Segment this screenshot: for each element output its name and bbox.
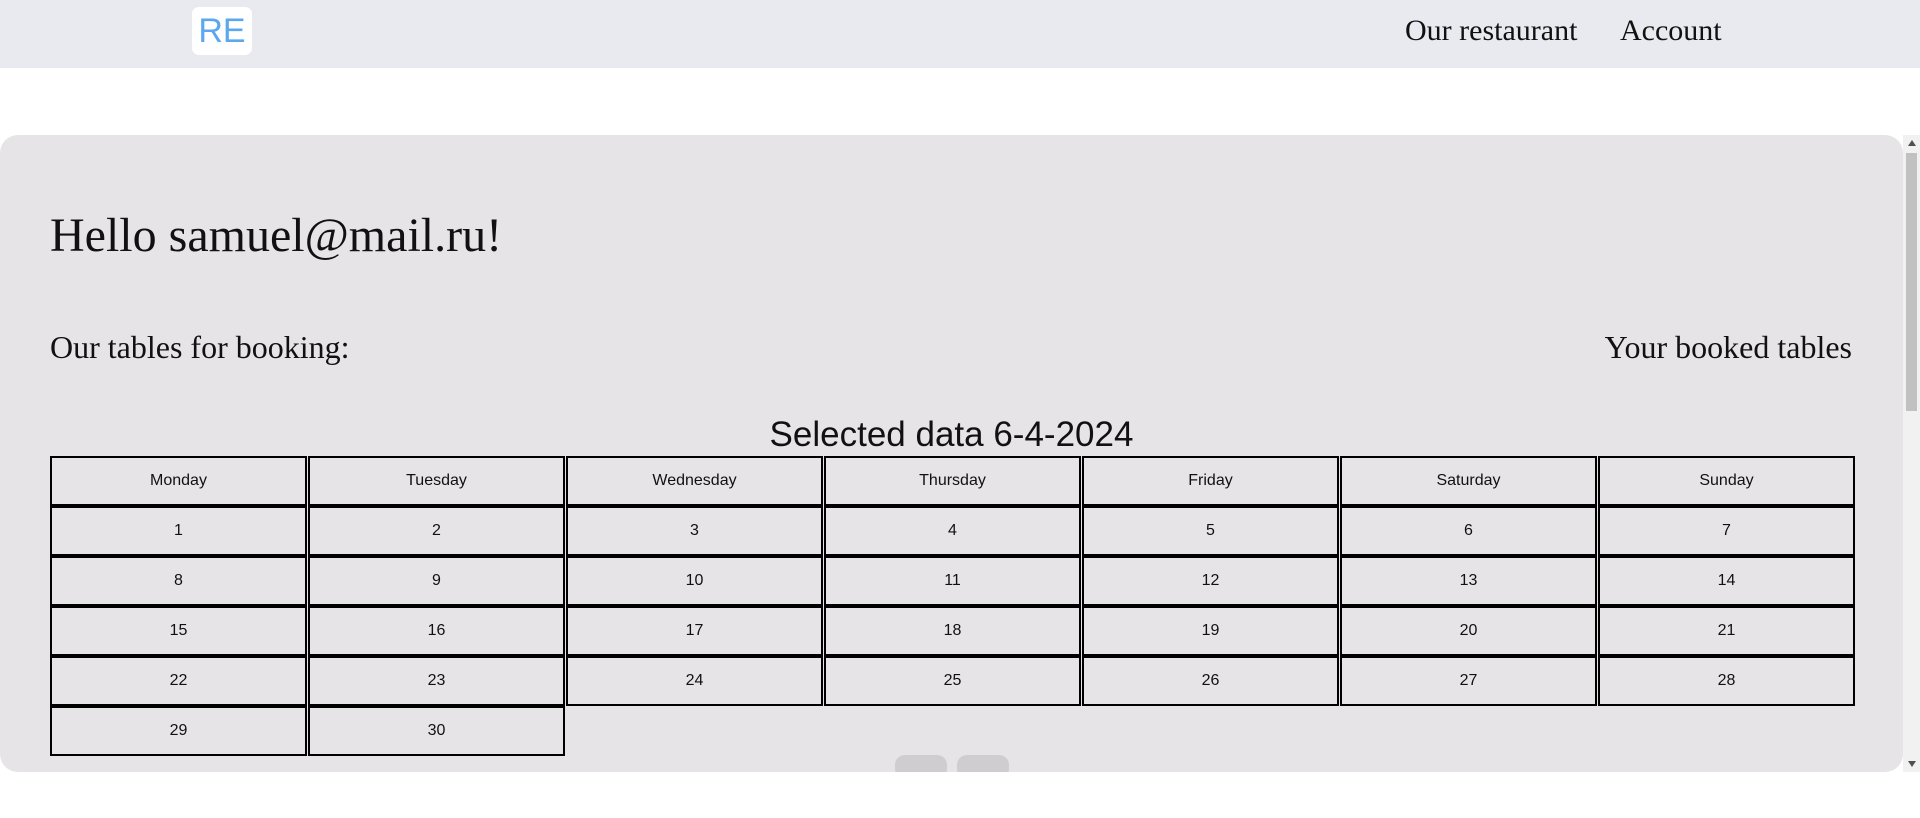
- calendar-day[interactable]: 4: [824, 506, 1081, 556]
- weekday-header: Wednesday: [566, 456, 823, 506]
- weekday-header: Tuesday: [308, 456, 565, 506]
- calendar-day[interactable]: 17: [566, 606, 823, 656]
- selected-date: Selected data 6-4-2024: [769, 415, 1134, 454]
- calendar-day[interactable]: 13: [1340, 556, 1597, 606]
- calendar-day[interactable]: 18: [824, 606, 1081, 656]
- weekday-header: Monday: [50, 456, 307, 506]
- calendar-day[interactable]: 26: [1082, 656, 1339, 706]
- calendar-day[interactable]: 28: [1598, 656, 1855, 706]
- greeting-heading: Hello samuel@mail.ru!: [50, 209, 503, 262]
- calendar-day[interactable]: 21: [1598, 606, 1855, 656]
- calendar-day[interactable]: 2: [308, 506, 565, 556]
- calendar-day[interactable]: 24: [566, 656, 823, 706]
- calendar-day[interactable]: 12: [1082, 556, 1339, 606]
- calendar-day[interactable]: 30: [308, 706, 565, 756]
- pagination-button-next[interactable]: [957, 755, 1009, 772]
- weekday-header: Sunday: [1598, 456, 1855, 506]
- weekday-header: Saturday: [1340, 456, 1597, 506]
- calendar-day[interactable]: 16: [308, 606, 565, 656]
- top-navbar: RE Our restaurant Account: [0, 0, 1920, 68]
- triangle-down-icon: [1907, 761, 1916, 767]
- calendar-day[interactable]: 3: [566, 506, 823, 556]
- scroll-down-button[interactable]: [1903, 758, 1920, 770]
- calendar-day[interactable]: 25: [824, 656, 1081, 706]
- calendar-day[interactable]: 7: [1598, 506, 1855, 556]
- calendar-day[interactable]: 27: [1340, 656, 1597, 706]
- vertical-scrollbar[interactable]: [1903, 135, 1920, 772]
- calendar-day[interactable]: 10: [566, 556, 823, 606]
- calendar-day[interactable]: 5: [1082, 506, 1339, 556]
- calendar-day[interactable]: 19: [1082, 606, 1339, 656]
- calendar-day[interactable]: 11: [824, 556, 1081, 606]
- calendar-day[interactable]: 23: [308, 656, 565, 706]
- pagination-button-prev[interactable]: [895, 755, 947, 772]
- booked-tables-link[interactable]: Your booked tables: [1605, 329, 1852, 366]
- scrollbar-thumb[interactable]: [1906, 153, 1917, 411]
- logo[interactable]: RE: [192, 7, 252, 55]
- calendar-day[interactable]: 15: [50, 606, 307, 656]
- calendar-day[interactable]: 1: [50, 506, 307, 556]
- nav-account[interactable]: Account: [1620, 14, 1722, 48]
- calendar-day[interactable]: 6: [1340, 506, 1597, 556]
- calendar-grid: Monday Tuesday Wednesday Thursday Friday Satu…: [50, 456, 1855, 761]
- calendar-day[interactable]: 8: [50, 556, 307, 606]
- tables-for-booking-label: Our tables for booking:: [50, 329, 350, 365]
- main-panel: Hello samuel@mail.ru! Our tables for boo…: [0, 135, 1903, 772]
- calendar-day[interactable]: 22: [50, 656, 307, 706]
- calendar-day[interactable]: 9: [308, 556, 565, 606]
- calendar-day[interactable]: 14: [1598, 556, 1855, 606]
- triangle-up-icon: [1907, 140, 1916, 146]
- calendar-day[interactable]: 20: [1340, 606, 1597, 656]
- nav-our-restaurant[interactable]: Our restaurant: [1405, 14, 1577, 48]
- weekday-header: Friday: [1082, 456, 1339, 506]
- scroll-up-button[interactable]: [1903, 137, 1920, 149]
- calendar-day[interactable]: 29: [50, 706, 307, 756]
- weekday-header: Thursday: [824, 456, 1081, 506]
